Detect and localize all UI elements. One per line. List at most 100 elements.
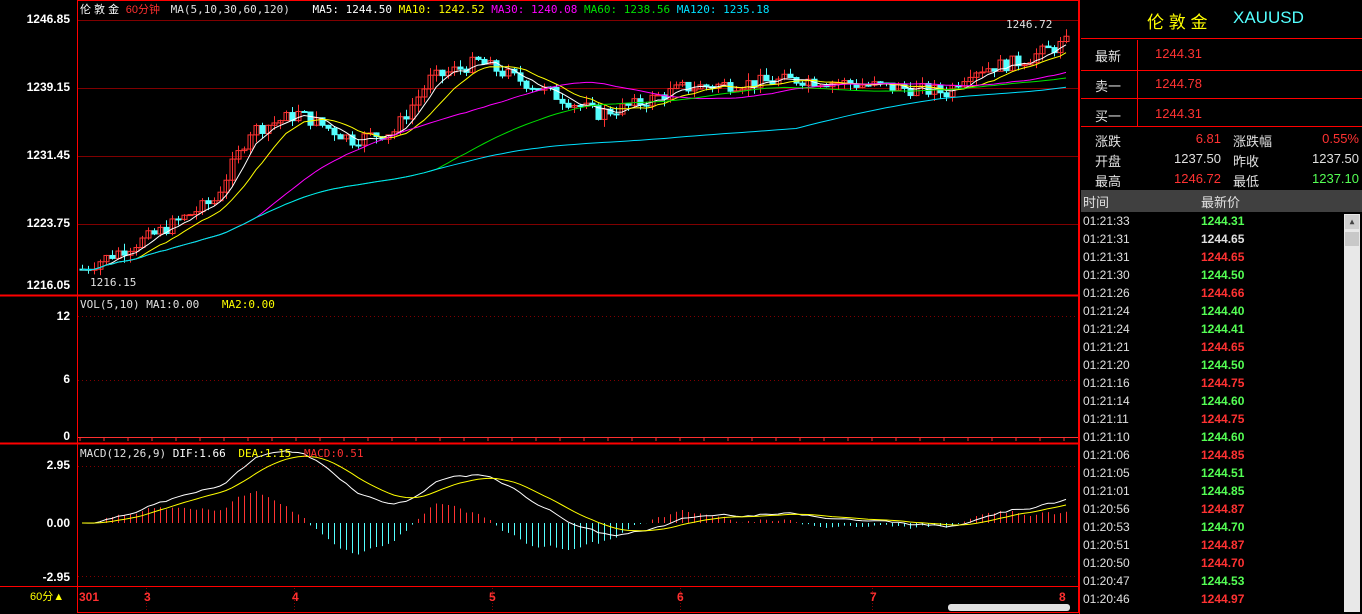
scroll-thumb[interactable] xyxy=(1345,232,1359,246)
candle-body xyxy=(175,218,182,221)
tick-time: 01:21:24 xyxy=(1083,304,1130,318)
candle-body xyxy=(337,134,344,140)
candle-body xyxy=(979,71,986,74)
volume-ma2: MA2:0.00 xyxy=(221,298,275,311)
tick-time: 01:21:26 xyxy=(1083,286,1130,300)
tick-row: 01:21:11 1244.75 xyxy=(1083,412,1343,430)
tick-price: 1244.75 xyxy=(1201,412,1245,426)
tick-time: 01:21:20 xyxy=(1083,358,1130,372)
x-axis-label: 5 xyxy=(489,590,496,604)
tick-time: 01:21:14 xyxy=(1083,394,1130,408)
tick-price: 1244.41 xyxy=(1201,322,1245,336)
candle-body xyxy=(793,77,800,84)
bid-label: 买一 xyxy=(1095,109,1122,124)
candle-body xyxy=(1021,64,1028,67)
candle-body xyxy=(625,103,632,106)
open-label: 开盘 xyxy=(1095,154,1122,169)
period-selector[interactable]: 60分▲ xyxy=(30,588,64,604)
tick-row: 01:20:53 1244.70 xyxy=(1083,520,1343,538)
tick-row: 01:20:47 1244.53 xyxy=(1083,574,1343,592)
candle-body xyxy=(865,84,872,87)
tick-row: 01:21:01 1244.85 xyxy=(1083,484,1343,502)
horizontal-scrollbar[interactable] xyxy=(948,604,1070,611)
candle-body xyxy=(259,125,266,134)
macd-value: MACD:0.51 xyxy=(303,447,364,460)
tick-row: 01:21:24 1244.41 xyxy=(1083,322,1343,340)
tick-time: 01:20:50 xyxy=(1083,556,1130,570)
high-price-marker: 1246.72 xyxy=(1006,18,1053,31)
tick-price: 1244.50 xyxy=(1201,358,1245,372)
latest-label: 最新 xyxy=(1095,49,1122,64)
scroll-up-icon[interactable]: ▲ xyxy=(1345,215,1359,229)
candle-body xyxy=(529,87,536,90)
candle-body xyxy=(475,56,482,60)
x-axis-label: 3 xyxy=(144,590,151,604)
tick-price: 1244.87 xyxy=(1201,538,1245,552)
tick-price: 1244.75 xyxy=(1201,376,1245,390)
candle-body xyxy=(559,98,566,104)
candle-body xyxy=(577,104,584,107)
ma10-value: MA10: 1242.52 xyxy=(398,3,485,16)
ma60-value: MA60: 1238.56 xyxy=(584,3,671,16)
divider xyxy=(1081,70,1362,71)
tick-time: 01:21:21 xyxy=(1083,340,1130,354)
instrument-name: 伦 敦 金 xyxy=(80,4,120,16)
x-axis-label: 7 xyxy=(870,590,877,604)
tick-time: 01:21:01 xyxy=(1083,484,1130,498)
quote-symbol: XAUUSD xyxy=(1233,8,1304,27)
tick-time: 01:21:16 xyxy=(1083,376,1130,390)
tick-list[interactable]: 01:21:33 1244.31 01:21:31 1244.65 01:21:31 12… xyxy=(1081,214,1344,612)
macd-y-label: 2.95 xyxy=(46,458,70,472)
volume-y-label: 12 xyxy=(56,309,70,323)
high-value: 1246.72 xyxy=(1174,171,1221,186)
period-label: 60分 xyxy=(30,591,54,603)
tick-row: 01:21:30 1244.50 xyxy=(1083,268,1343,286)
tick-row: 01:21:31 1244.65 xyxy=(1083,232,1343,250)
macd-y-label: 0.00 xyxy=(46,516,70,530)
tick-price: 1244.85 xyxy=(1201,448,1245,462)
tick-row: 01:21:31 1244.65 xyxy=(1083,250,1343,268)
tick-time: 01:20:46 xyxy=(1083,592,1130,606)
candle-body xyxy=(121,250,128,256)
ma120-value: MA120: 1235.18 xyxy=(676,3,770,16)
open-value: 1237.50 xyxy=(1174,151,1221,166)
candle-body xyxy=(403,116,410,120)
tick-price: 1244.87 xyxy=(1201,502,1245,516)
tick-price: 1244.70 xyxy=(1201,520,1245,534)
tick-time: 01:21:24 xyxy=(1083,322,1130,336)
tick-price: 1244.51 xyxy=(1201,466,1245,480)
ask-label: 卖一 xyxy=(1095,79,1122,94)
vertical-scrollbar[interactable]: ▲ xyxy=(1344,214,1360,612)
tick-time: 01:21:31 xyxy=(1083,232,1130,246)
candle-body xyxy=(355,144,362,147)
ma5-value: MA5: 1244.50 xyxy=(312,3,392,16)
tick-price: 1244.65 xyxy=(1201,250,1245,264)
tick-time: 01:20:51 xyxy=(1083,538,1130,552)
tick-price: 1244.31 xyxy=(1201,214,1245,228)
prev-close-value: 1237.50 xyxy=(1312,151,1359,166)
tick-time: 01:21:05 xyxy=(1083,466,1130,480)
candle-body xyxy=(907,87,914,97)
volume-y-label: 6 xyxy=(63,372,70,386)
ask-value: 1244.78 xyxy=(1155,76,1202,91)
tick-row: 01:20:51 1244.87 xyxy=(1083,538,1343,556)
tick-time: 01:20:53 xyxy=(1083,520,1130,534)
tick-price: 1244.60 xyxy=(1201,394,1245,408)
tick-time: 01:20:47 xyxy=(1083,574,1130,588)
tick-time: 01:21:11 xyxy=(1083,412,1129,426)
tick-row: 01:21:24 1244.40 xyxy=(1083,304,1343,322)
volume-info-line: VOL(5,10) MA1:0.00 MA2:0.00 xyxy=(80,298,275,311)
candle-body xyxy=(457,66,464,70)
ma30-value: MA30: 1240.08 xyxy=(491,3,578,16)
macd-info-line: MACD(12,26,9) DIF:1.66 DEA:1.15 MACD:0.5… xyxy=(80,447,364,460)
tick-row: 01:21:05 1244.51 xyxy=(1083,466,1343,484)
candle-body xyxy=(109,254,116,259)
tick-row: 01:21:33 1244.31 xyxy=(1083,214,1343,232)
candle-body xyxy=(787,73,794,79)
tick-price: 1244.70 xyxy=(1201,556,1245,570)
divider xyxy=(1081,38,1362,39)
low-label: 最低 xyxy=(1233,174,1260,189)
tick-time: 01:21:10 xyxy=(1083,430,1130,444)
price-column-header: 最新价 xyxy=(1201,195,1241,210)
tick-price: 1244.40 xyxy=(1201,304,1245,318)
